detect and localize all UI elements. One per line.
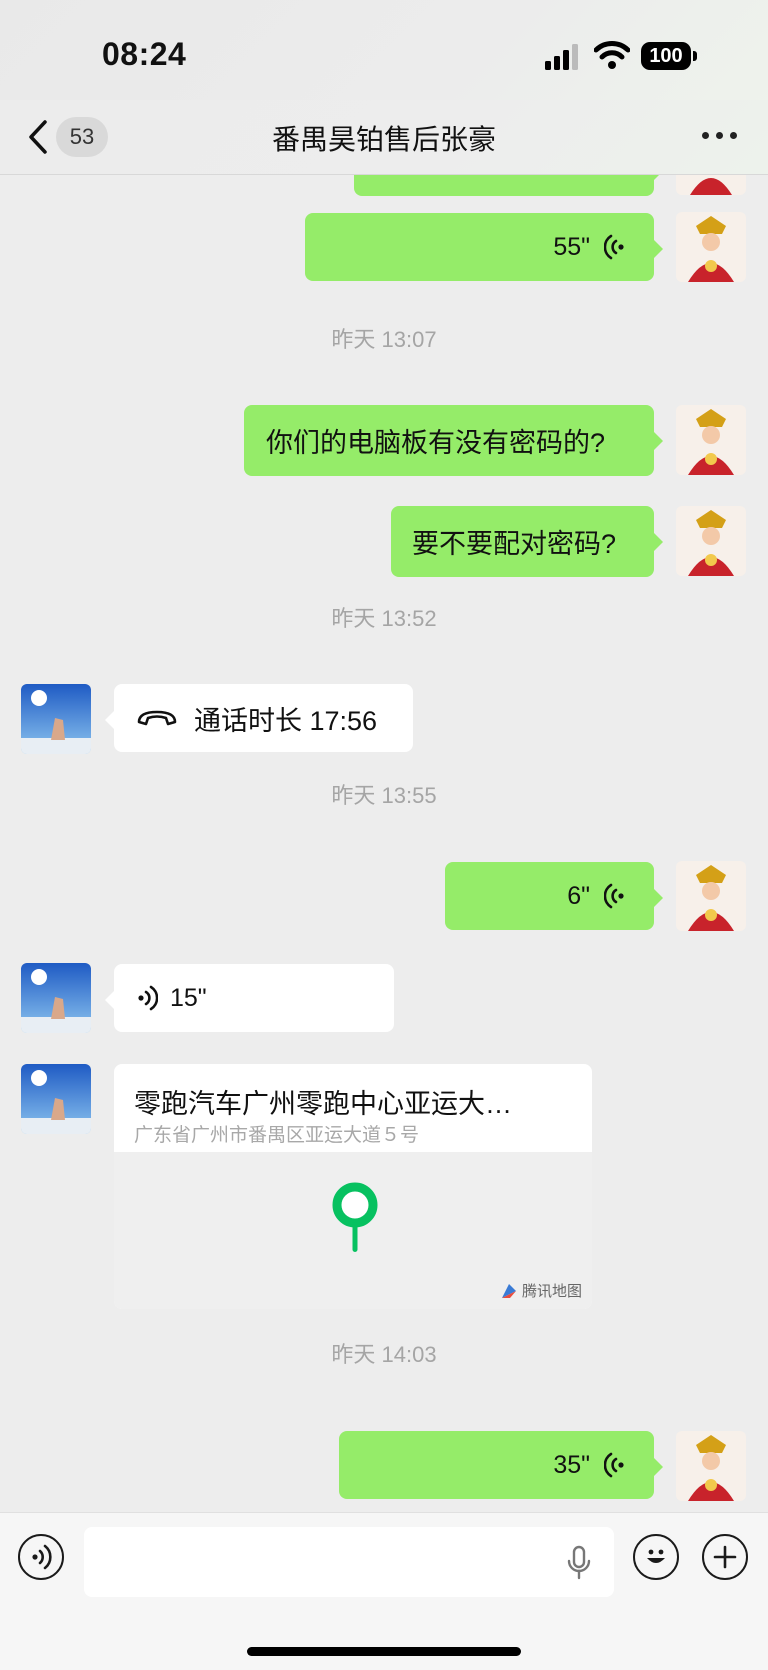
self-avatar[interactable]: [676, 506, 746, 576]
voice-wave-icon: [604, 234, 624, 260]
message-input[interactable]: [84, 1527, 614, 1597]
message-list[interactable]: 55" 昨天 13:07 你们的电脑板有没有密码的? 要不要配对密码? 昨天 1…: [0, 175, 768, 1512]
wifi-icon: [594, 41, 630, 69]
voice-duration: 35": [553, 1450, 590, 1479]
timestamp: 昨天 13:07: [331, 327, 437, 352]
text-message[interactable]: 要不要配对密码?: [391, 506, 663, 577]
message-bubble-partial[interactable]: [354, 175, 663, 196]
battery-level: 100: [641, 42, 691, 70]
voice-duration: 55": [553, 232, 590, 261]
location-title: 零跑汽车广州零跑中心亚运大…: [134, 1089, 512, 1119]
voice-input-toggle-button[interactable]: [18, 1534, 64, 1580]
self-avatar[interactable]: [676, 175, 746, 195]
timestamp: 昨天 14:03: [331, 1342, 437, 1367]
phone-handset-icon: [137, 710, 177, 726]
voice-message[interactable]: 35": [339, 1431, 663, 1499]
self-avatar[interactable]: [676, 212, 746, 282]
status-bar: 08:24 100: [0, 0, 768, 110]
smiley-icon: [647, 1549, 665, 1563]
voice-message[interactable]: 55": [305, 213, 663, 281]
home-indicator[interactable]: [247, 1647, 521, 1656]
map-preview[interactable]: 腾讯地图: [114, 1152, 592, 1309]
self-avatar[interactable]: [676, 405, 746, 475]
message-text: 要不要配对密码?: [412, 529, 617, 559]
timestamp: 昨天 13:55: [331, 783, 437, 808]
voice-duration: 15": [170, 983, 207, 1012]
chat-header: 53 番禺昊铂售后张豪: [0, 100, 768, 175]
call-record-message[interactable]: 通话时长 17:56: [105, 684, 413, 752]
cellular-signal-icon: [545, 44, 578, 70]
voice-icon: [32, 1544, 52, 1570]
voice-message[interactable]: 6": [445, 862, 663, 930]
self-avatar[interactable]: [676, 861, 746, 931]
voice-duration: 6": [567, 881, 590, 910]
voice-wave-icon: [138, 985, 158, 1011]
location-address: 广东省广州市番禺区亚运大道５号: [134, 1125, 420, 1146]
more-options-icon[interactable]: [700, 132, 740, 144]
voice-message[interactable]: 15": [105, 964, 394, 1032]
tencent-map-logo-icon: [501, 1283, 516, 1298]
self-avatar[interactable]: [676, 1431, 746, 1501]
status-time: 08:24: [102, 36, 187, 72]
contact-avatar[interactable]: [21, 1064, 91, 1134]
chat-input-bar: [0, 1512, 768, 1670]
more-functions-button[interactable]: [702, 1534, 748, 1580]
message-text: 你们的电脑板有没有密码的?: [266, 428, 606, 458]
microphone-icon[interactable]: [566, 1545, 592, 1581]
location-message[interactable]: 零跑汽车广州零跑中心亚运大… 广东省广州市番禺区亚运大道５号 腾讯地图: [114, 1064, 592, 1309]
contact-avatar[interactable]: [21, 684, 91, 754]
battery-icon: 100: [641, 42, 697, 70]
map-credit: 腾讯地图: [500, 1280, 582, 1301]
emoji-button[interactable]: [633, 1534, 679, 1580]
contact-avatar[interactable]: [21, 963, 91, 1033]
plus-icon: [713, 1545, 737, 1569]
map-pin-icon: [332, 1182, 378, 1252]
timestamp: 昨天 13:52: [331, 606, 437, 631]
voice-wave-icon: [604, 1452, 624, 1478]
voice-wave-icon: [604, 883, 624, 909]
text-message[interactable]: 你们的电脑板有没有密码的?: [244, 405, 663, 476]
chat-title: 番禺昊铂售后张豪: [271, 124, 496, 155]
call-duration: 通话时长 17:56: [194, 705, 378, 736]
